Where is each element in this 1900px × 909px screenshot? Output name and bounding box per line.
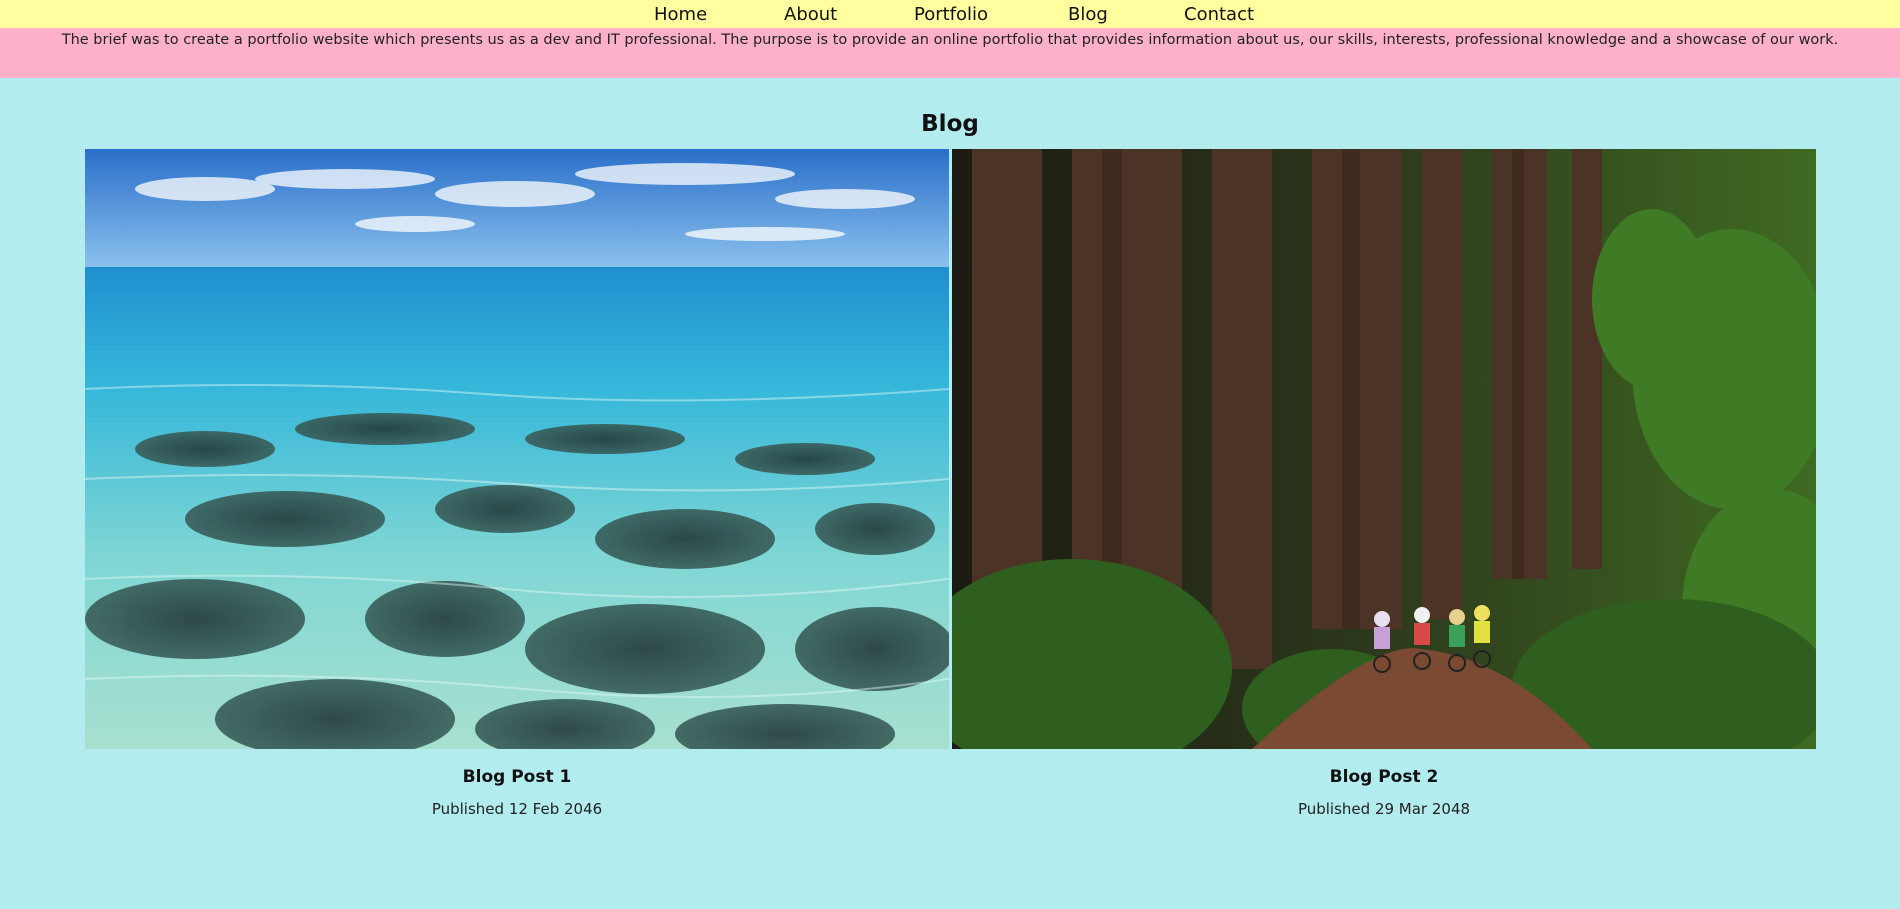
ocean-reef-photo[interactable] [85,149,949,749]
blog-heading: Blog [921,111,979,137]
blog-post-title[interactable]: Blog Post 1 [85,767,949,787]
blog-post-date: Published 29 Mar 2048 [1297,800,1471,818]
brief-banner: The brief was to create a portfolio webs… [0,28,1900,78]
nav-item-contact[interactable]: Contact [1184,5,1254,25]
blog-post-card-2: Blog Post 2 Published 29 Mar 2048 [952,149,1816,818]
blog-post-card-1: Blog Post 1 Published 12 Feb 2046 [85,149,949,818]
blog-post-date: Published 12 Feb 2046 [431,800,603,818]
top-navigation: Home About Portfolio Blog Contact [0,0,1900,28]
nav-item-home[interactable]: Home [654,5,707,25]
nav-item-portfolio[interactable]: Portfolio [914,5,988,25]
nav-item-about[interactable]: About [784,5,837,25]
redwood-forest-cyclists-photo[interactable] [952,149,1816,749]
nav-menu: Home About Portfolio Blog Contact [0,0,1900,28]
brief-text: The brief was to create a portfolio webs… [61,32,1839,48]
blog-post-title[interactable]: Blog Post 2 [952,767,1816,787]
nav-item-blog[interactable]: Blog [1068,5,1108,25]
